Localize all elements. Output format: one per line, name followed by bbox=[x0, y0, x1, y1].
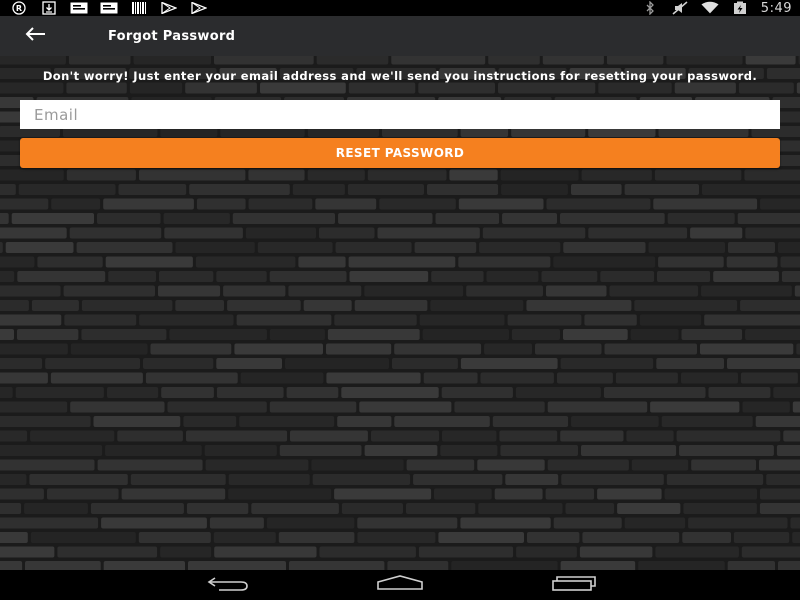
registered-icon: R bbox=[10, 1, 28, 15]
recents-nav-icon bbox=[547, 575, 597, 595]
status-system: 5:49 bbox=[641, 0, 792, 16]
instructions-text: Don't worry! Just enter your email addre… bbox=[42, 69, 758, 83]
recents-nav-button[interactable] bbox=[542, 570, 602, 600]
reset-password-button[interactable]: RESET PASSWORD bbox=[20, 138, 780, 168]
status-time: 5:49 bbox=[760, 0, 792, 16]
bluetooth-icon bbox=[641, 1, 659, 15]
battery-charging-icon bbox=[731, 1, 749, 15]
status-notifications: R bbox=[10, 0, 208, 16]
navigation-bar bbox=[0, 570, 800, 600]
wifi-icon bbox=[701, 1, 719, 15]
main-content: Don't worry! Just enter your email addre… bbox=[0, 56, 800, 570]
mute-icon bbox=[671, 1, 689, 15]
app-bar: Forgot Password bbox=[0, 16, 800, 56]
message-icon bbox=[70, 1, 88, 15]
home-nav-icon bbox=[375, 575, 425, 595]
page-title: Forgot Password bbox=[108, 28, 236, 44]
message-icon bbox=[100, 1, 118, 15]
download-icon bbox=[40, 1, 58, 15]
back-nav-button[interactable] bbox=[198, 570, 258, 600]
back-button[interactable] bbox=[24, 16, 72, 56]
screen: R 5:49 Forgot Password Don't worry! Just… bbox=[0, 0, 800, 600]
svg-text:R: R bbox=[16, 4, 22, 13]
play-store-icon bbox=[160, 1, 178, 15]
play-store-icon bbox=[190, 1, 208, 15]
barcode-icon bbox=[130, 1, 148, 15]
email-field[interactable] bbox=[20, 100, 780, 129]
home-nav-button[interactable] bbox=[370, 570, 430, 600]
status-bar: R 5:49 bbox=[0, 0, 800, 16]
arrow-left-icon bbox=[24, 26, 46, 46]
back-nav-icon bbox=[205, 575, 251, 595]
brick-wall-background bbox=[0, 56, 800, 570]
